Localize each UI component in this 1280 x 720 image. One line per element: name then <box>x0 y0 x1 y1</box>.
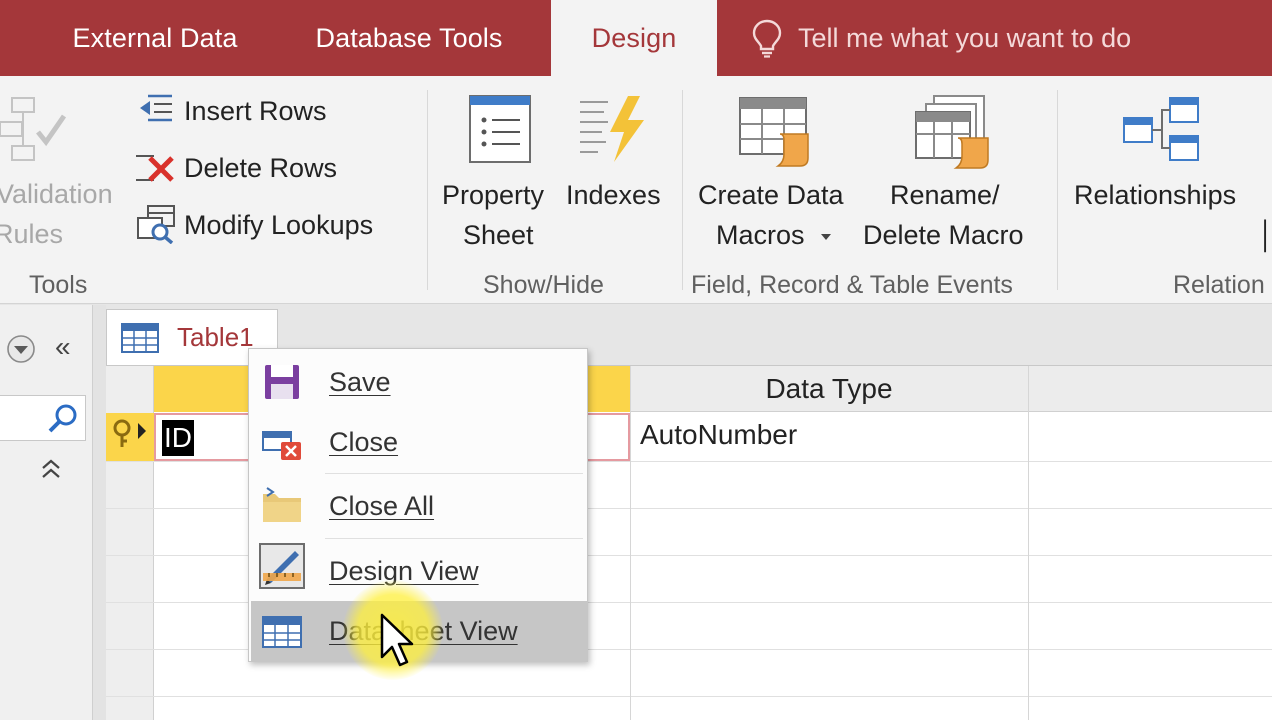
grid-row-line <box>106 696 1272 697</box>
tab-external-data[interactable]: External Data <box>50 0 260 76</box>
show-hide-group-label: Show/Hide <box>483 271 604 299</box>
row-selector-active[interactable] <box>106 413 154 461</box>
nav-search-input[interactable] <box>0 395 86 441</box>
ribbon: Validation Rules Insert Rows Delete Rows <box>0 76 1275 304</box>
menu-item-save[interactable]: Save <box>251 352 587 412</box>
relationships-icon <box>1123 97 1199 161</box>
insert-rows-label: Insert Rows <box>184 96 327 126</box>
insert-rows-icon <box>140 94 172 122</box>
data-type-header-label: Data Type <box>765 373 893 404</box>
ribbon-tab-bar: External Data Database Tools Design Tell… <box>0 0 1272 76</box>
menu-separator <box>325 473 583 474</box>
property-sheet-label-1: Property <box>442 180 545 210</box>
menu-item-close[interactable]: Close <box>251 412 587 472</box>
validation-rules-icon <box>0 97 67 161</box>
property-sheet-label-2: Sheet <box>463 220 534 250</box>
data-type-header[interactable]: Data Type <box>630 366 1028 412</box>
clipped-ribbon-item: │ <box>1258 220 1275 250</box>
group-separator <box>1057 90 1058 290</box>
field-name-value[interactable]: ID <box>162 420 194 456</box>
document-tab-label: Table1 <box>177 322 254 352</box>
description-header[interactable] <box>1028 366 1272 412</box>
data-type-value[interactable]: AutoNumber <box>640 419 797 451</box>
rename-macro-label-1: Rename/ <box>890 180 1000 210</box>
datasheet-view-icon <box>262 616 302 648</box>
rename-delete-macro-icon <box>915 95 989 169</box>
menu-item-close-all[interactable]: Close All <box>251 476 587 536</box>
menu-item-label: Close <box>329 426 399 457</box>
menu-item-label: Save <box>329 366 391 397</box>
grid-column-line <box>1028 366 1029 720</box>
search-icon[interactable] <box>47 402 79 434</box>
nav-dropdown-icon[interactable] <box>5 333 37 365</box>
tab-design[interactable]: Design <box>551 0 717 76</box>
events-group-label: Field, Record & Table Events <box>691 271 1013 299</box>
grid-column-line <box>630 366 631 720</box>
tab-label: External Data <box>72 22 238 53</box>
delete-rows-icon <box>136 155 174 182</box>
mouse-pointer-icon <box>380 613 414 667</box>
folder-icon <box>263 487 301 522</box>
property-sheet-icon <box>469 95 531 163</box>
pane-splitter[interactable] <box>93 305 106 720</box>
close-object-icon <box>262 431 301 460</box>
indexes-label: Indexes <box>566 180 661 210</box>
modify-lookups-label: Modify Lookups <box>184 210 374 240</box>
design-view-icon <box>259 543 305 589</box>
group-separator <box>427 90 428 290</box>
tell-me-text: Tell me what you want to do <box>798 22 1132 53</box>
tab-database-tools[interactable]: Database Tools <box>290 0 528 76</box>
create-data-macros-label-1: Create Data <box>698 180 844 210</box>
tab-label: Database Tools <box>315 22 503 53</box>
create-data-macros-label-2: Macros <box>716 220 805 250</box>
rename-macro-label-2: Delete Macro <box>863 220 1024 250</box>
dropdown-arrow-icon <box>821 234 831 240</box>
primary-key-icon <box>113 419 146 447</box>
collapse-pane-icon[interactable]: « <box>55 331 71 363</box>
relationships-group-label: Relation <box>1173 271 1265 299</box>
tools-group-label: Tools <box>29 271 88 299</box>
lightbulb-icon <box>752 19 782 58</box>
window-edge <box>1272 0 1280 720</box>
indexes-icon <box>580 96 644 162</box>
menu-separator <box>325 538 583 539</box>
validation-label-2: Rules <box>0 219 64 249</box>
modify-lookups-icon <box>137 205 175 244</box>
relationships-label: Relationships <box>1074 180 1237 210</box>
menu-item-label: Close All <box>329 490 435 521</box>
tell-me-search[interactable]: Tell me what you want to do <box>750 0 1131 76</box>
tab-label: Design <box>591 22 677 53</box>
navigation-pane: « <box>0 305 93 720</box>
delete-rows-label: Delete Rows <box>184 153 338 183</box>
save-icon <box>265 365 299 399</box>
chevron-up-icon[interactable] <box>40 458 62 480</box>
create-data-macros-icon <box>739 97 809 167</box>
validation-label-1: Validation <box>0 179 113 209</box>
group-separator <box>682 90 683 290</box>
table-icon <box>121 322 159 353</box>
